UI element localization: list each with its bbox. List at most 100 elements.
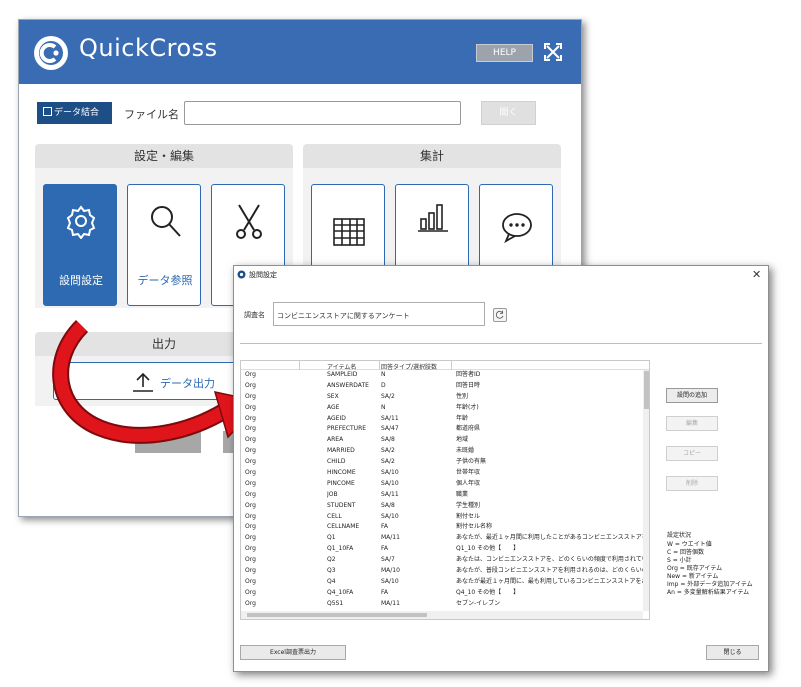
row-description: 個人年収 [456,479,481,487]
row-description: 世帯年収 [456,469,481,477]
vertical-scrollbar[interactable] [643,370,649,611]
list-item[interactable]: Org STUDENT SA/8 学生種別 [241,501,643,512]
search-icon [151,206,181,237]
data-view-tile[interactable]: データ参照 [127,184,201,306]
row-item-name: MARRIED [327,447,355,455]
list-item[interactable]: Org Q4 SA/10 あなたが最近１ヶ月間に、最も利用しているコンビニエンスストア… [241,577,643,588]
row-origin: Org [245,436,256,444]
row-description: 都道府県 [456,425,481,433]
row-description: 割付セル [456,512,481,520]
row-origin: Org [245,534,256,542]
help-button[interactable]: HELP [476,44,533,62]
row-item-name: Q3 [327,567,336,575]
file-name-input[interactable] [184,101,461,125]
list-item[interactable]: Org Q4_10FA FA Q4_10 その他【 】 [241,588,643,599]
scissors-icon [236,204,262,239]
list-item[interactable]: Org Q2 SA/7 あなたは、コンビニエンスストアを、どのくらいの頻度で利用されて… [241,555,643,566]
row-origin: Org [245,458,256,466]
close-icon[interactable]: ✕ [752,268,761,281]
row-description: 年齢 [456,414,469,422]
row-item-name: CELL [327,512,342,520]
row-answer-type: SA/10 [381,512,399,520]
edit-button[interactable]: 編集 [666,416,718,431]
row-description: 年齢(才) [456,403,479,411]
list-item[interactable]: Org CELLNAME FA 割付セル名称 [241,522,643,533]
scrollbar-thumb[interactable] [247,613,427,617]
row-description: 回答者ID [456,371,481,378]
row-item-name: AGEID [327,414,346,422]
row-answer-type: N [381,403,386,411]
open-button[interactable]: 開く [481,101,536,125]
tally-section-header: 集計 [303,144,561,168]
row-description: 割付セル名称 [456,523,493,531]
file-name-label: ファイル名 [124,108,179,121]
row-item-name: SEX [327,392,339,400]
list-item[interactable]: Org MARRIED SA/2 未既婚 [241,446,643,457]
row-item-name: STUDENT [327,501,356,509]
close-button[interactable]: 閉じる [706,645,759,660]
list-item[interactable]: Org Q1 MA/11 あなたが、最近１ヶ月間に利用したことがあるコンビニエンススト… [241,533,643,544]
status-legend-title: 設定状況 [667,532,692,539]
list-item[interactable]: Org CHILD SA/2 子供の有無 [241,457,643,468]
row-item-name: CELLNAME [327,523,360,531]
row-description: 回答日時 [456,381,481,389]
row-item-name: Q2 [327,556,336,564]
row-answer-type: SA/2 [381,392,395,400]
row-item-name: HINCOME [327,469,356,477]
row-item-name: CHILD [327,458,346,466]
list-item[interactable]: Org PINCOME SA/10 個人年収 [241,479,643,490]
row-item-name: AREA [327,436,344,444]
data-merge-button[interactable]: データ結合 [37,102,112,124]
row-origin: Org [245,414,256,422]
column-divider [379,361,380,370]
list-item[interactable]: Org CELL SA/10 割付セル [241,512,643,523]
list-item[interactable]: Org Q5S1 MA/11 セブン-イレブン [241,599,643,610]
excel-export-button[interactable]: Excel調査票出力 [240,645,346,660]
quickcross-logo-icon [34,36,68,70]
footer-button[interactable] [135,431,201,453]
status-legend-line: An = 多変量解析結果アイテム [667,589,750,596]
list-item[interactable]: Org PREFECTURE SA/47 都道府県 [241,424,643,435]
add-question-button[interactable]: 設問の追加 [666,388,718,403]
list-item[interactable]: Org ANSWERDATE D 回答日時 [241,381,643,392]
list-item[interactable]: Org HINCOME SA/10 世帯年収 [241,468,643,479]
list-item[interactable]: Org AREA SA/8 地域 [241,435,643,446]
list-item[interactable]: Org AGEID SA/11 年齢 [241,414,643,425]
scrollbar-thumb[interactable] [644,371,649,409]
row-origin: Org [245,599,256,607]
row-description: Q4_10 その他【 】 [456,588,520,596]
row-origin: Org [245,479,256,487]
survey-name-input[interactable]: コンビニエンスストアに関するアンケート [273,302,485,326]
list-item[interactable]: Org SEX SA/2 性別 [241,392,643,403]
row-item-name: PINCOME [327,479,355,487]
list-item[interactable]: Org Q1_10FA FA Q1_10 その他【 】 [241,544,643,555]
delete-button[interactable]: 削除 [666,476,718,491]
list-item[interactable]: Org SAMPLEID N 回答者ID [241,370,643,381]
refresh-icon[interactable] [493,308,507,322]
row-item-name: JOB [327,490,338,498]
row-origin: Org [245,523,256,531]
row-description: あなたは、コンビニエンスストアを、どのくらいの頻度で利用されていますか。 [456,556,643,564]
row-origin: Org [245,447,256,455]
data-merge-label: データ結合 [54,108,100,118]
row-answer-type: SA/10 [381,577,399,585]
row-item-name: ANSWERDATE [327,381,369,389]
row-item-name: SAMPLEID [327,371,358,378]
list-item[interactable]: Org AGE N 年齢(才) [241,403,643,414]
horizontal-scrollbar[interactable] [241,611,643,619]
row-origin: Org [245,512,256,520]
question-settings-tile[interactable]: 設問設定 [43,184,117,306]
row-answer-type: MA/11 [381,599,400,607]
expand-window-icon[interactable] [543,42,563,62]
row-answer-type: SA/2 [381,447,395,455]
row-answer-type: SA/10 [381,479,399,487]
list-item[interactable]: Org JOB SA/11 職業 [241,490,643,501]
row-item-name: Q4_10FA [327,588,354,596]
bar-chart-icon [418,204,448,232]
copy-button[interactable]: コピー [666,446,718,461]
question-list[interactable]: アイテム名 回答タイプ/選択肢数 Org SAMPLEID N 回答者ID Org ANS… [240,360,650,620]
list-header: アイテム名 回答タイプ/選択肢数 [241,361,649,371]
row-answer-type: SA/10 [381,469,399,477]
row-description: あなたが最近１ヶ月間に、最も利用しているコンビニエンスストアをお知らせ [456,577,643,585]
list-item[interactable]: Org Q3 MA/10 あなたが、普段コンビニエンスストアを利用されるのは、どのくら… [241,566,643,577]
